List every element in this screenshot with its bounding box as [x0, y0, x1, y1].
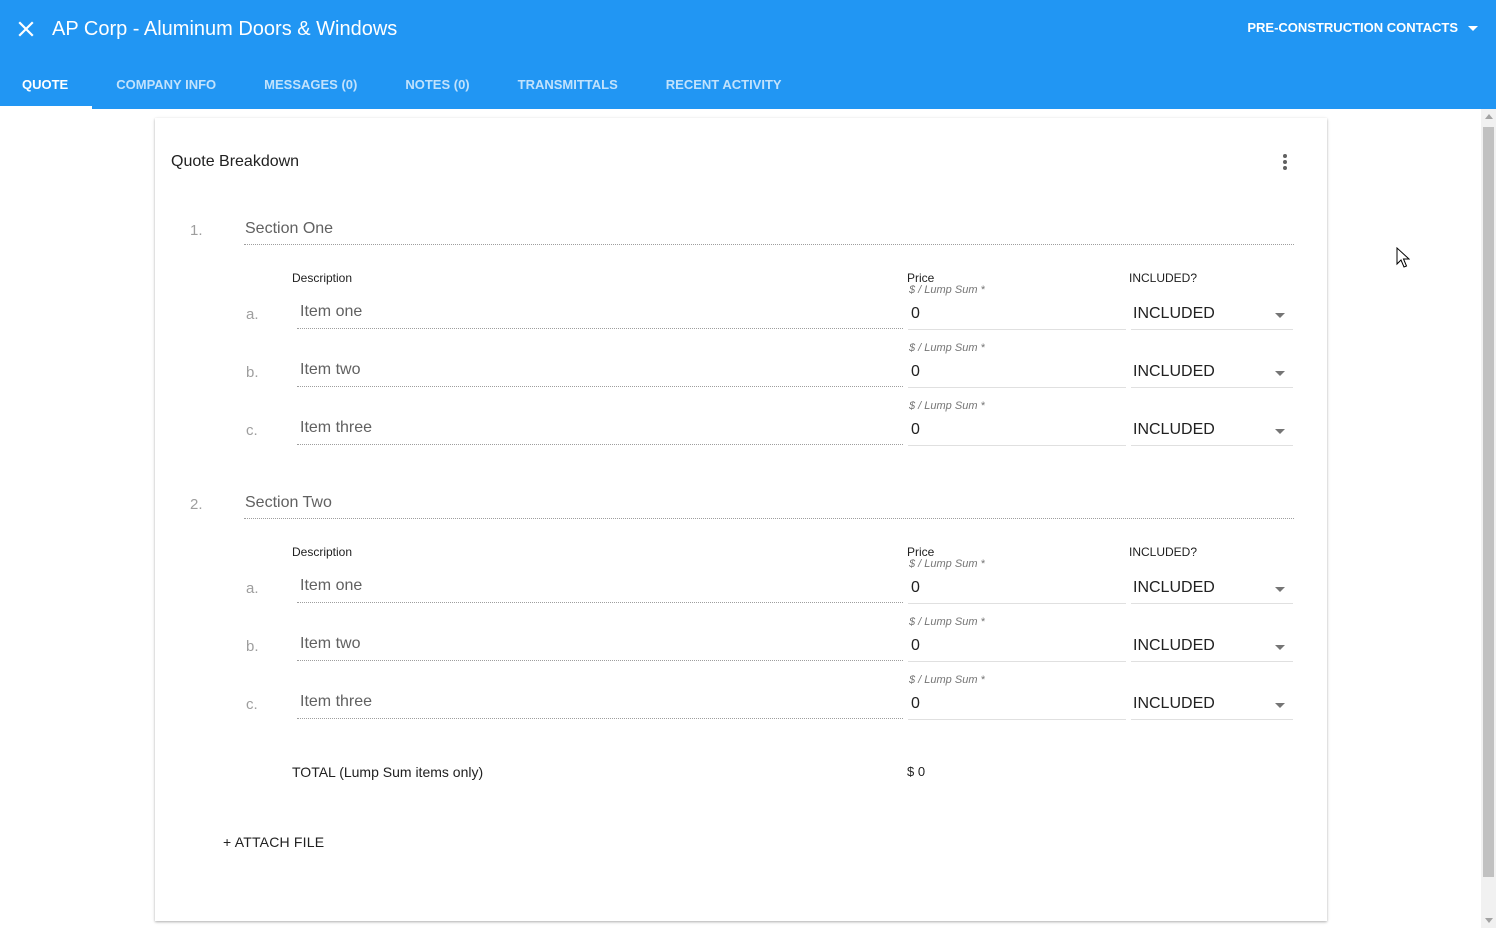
item-description-field[interactable]: Item two	[297, 357, 903, 387]
section-number: 2.	[190, 496, 203, 513]
dropdown-arrow-icon	[1275, 313, 1285, 318]
price-hint: $ / Lump Sum *	[909, 674, 985, 686]
item-letter: c.	[246, 422, 258, 439]
included-select-value: INCLUDED	[1133, 579, 1215, 596]
included-select-value: INCLUDED	[1133, 421, 1215, 438]
dropdown-arrow-icon	[1275, 371, 1285, 376]
item-letter: a.	[246, 306, 259, 323]
item-description-field[interactable]: Item three	[297, 689, 903, 719]
included-select[interactable]: INCLUDED	[1131, 416, 1293, 446]
section-number: 1.	[190, 222, 203, 239]
included-select-value: INCLUDED	[1133, 363, 1215, 380]
attach-file-button[interactable]: + ATTACH FILE	[215, 828, 332, 856]
card-title: Quote Breakdown	[171, 153, 300, 170]
column-header-included: INCLUDED?	[1129, 271, 1198, 285]
tab-messages[interactable]: MESSAGES (0)	[240, 60, 381, 109]
dropdown-arrow-icon	[1275, 645, 1285, 650]
item-letter: a.	[246, 580, 259, 597]
dropdown-arrow-icon	[1275, 703, 1285, 708]
price-hint: $ / Lump Sum *	[909, 616, 985, 628]
scrollbar-thumb[interactable]	[1483, 127, 1494, 877]
item-description-field[interactable]: Item one	[297, 573, 903, 603]
contacts-menu-label: PRE-CONSTRUCTION CONTACTS	[1247, 20, 1458, 35]
column-header-price: Price	[907, 545, 935, 559]
item-price-field[interactable]: 0	[908, 574, 1126, 604]
column-header-included: INCLUDED?	[1129, 545, 1198, 559]
card-menu-button[interactable]	[1273, 148, 1297, 176]
tab-bar: QUOTE COMPANY INFO MESSAGES (0) NOTES (0…	[0, 60, 806, 109]
column-header-description: Description	[292, 545, 353, 559]
tab-quote[interactable]: QUOTE	[0, 60, 93, 109]
scroll-up-icon[interactable]	[1485, 114, 1493, 119]
total-label: TOTAL (Lump Sum items only)	[292, 764, 484, 780]
app-bar: AP Corp - Aluminum Doors & Windows PRE-C…	[0, 0, 1496, 109]
item-price-field[interactable]: 0	[908, 300, 1126, 330]
item-price-field[interactable]: 0	[908, 416, 1126, 446]
item-letter: c.	[246, 696, 258, 713]
price-hint: $ / Lump Sum *	[909, 284, 985, 296]
mouse-cursor-icon	[1396, 246, 1411, 274]
included-select-value: INCLUDED	[1133, 695, 1215, 712]
price-hint: $ / Lump Sum *	[909, 342, 985, 354]
column-header-price: Price	[907, 271, 935, 285]
included-select[interactable]: INCLUDED	[1131, 690, 1293, 720]
tab-transmittals[interactable]: TRANSMITTALS	[494, 60, 642, 109]
dropdown-arrow-icon	[1275, 429, 1285, 434]
pre-construction-contacts-menu[interactable]: PRE-CONSTRUCTION CONTACTS	[1247, 19, 1478, 37]
item-price-field[interactable]: 0	[908, 632, 1126, 662]
item-description-field[interactable]: Item three	[297, 415, 903, 445]
column-header-description: Description	[292, 271, 353, 285]
scroll-down-icon[interactable]	[1485, 918, 1493, 923]
more-vert-icon	[1273, 154, 1297, 180]
price-hint: $ / Lump Sum *	[909, 558, 985, 570]
item-description-field[interactable]: Item one	[297, 299, 903, 329]
included-select[interactable]: INCLUDED	[1131, 574, 1293, 604]
quote-breakdown-card: Quote Breakdown 1. Section One Descripti…	[155, 118, 1327, 921]
tab-company-info[interactable]: COMPANY INFO	[92, 60, 240, 109]
price-hint: $ / Lump Sum *	[909, 400, 985, 412]
included-select-value: INCLUDED	[1133, 637, 1215, 654]
vertical-scrollbar[interactable]	[1481, 109, 1496, 928]
dropdown-arrow-icon	[1275, 587, 1285, 592]
tab-recent-activity[interactable]: RECENT ACTIVITY	[642, 60, 806, 109]
close-icon	[14, 17, 38, 41]
included-select-value: INCLUDED	[1133, 305, 1215, 322]
section-name-field[interactable]: Section One	[244, 217, 1294, 245]
included-select[interactable]: INCLUDED	[1131, 632, 1293, 662]
tab-notes[interactable]: NOTES (0)	[381, 60, 493, 109]
close-button[interactable]	[14, 17, 38, 41]
included-select[interactable]: INCLUDED	[1131, 300, 1293, 330]
item-letter: b.	[246, 364, 259, 381]
item-price-field[interactable]: 0	[908, 358, 1126, 388]
item-letter: b.	[246, 638, 259, 655]
item-description-field[interactable]: Item two	[297, 631, 903, 661]
caret-down-icon	[1468, 25, 1478, 31]
section-name-field[interactable]: Section Two	[244, 491, 1294, 519]
item-price-field[interactable]: 0	[908, 690, 1126, 720]
page-title: AP Corp - Aluminum Doors & Windows	[52, 18, 398, 40]
included-select[interactable]: INCLUDED	[1131, 358, 1293, 388]
total-value: $ 0	[907, 764, 926, 779]
